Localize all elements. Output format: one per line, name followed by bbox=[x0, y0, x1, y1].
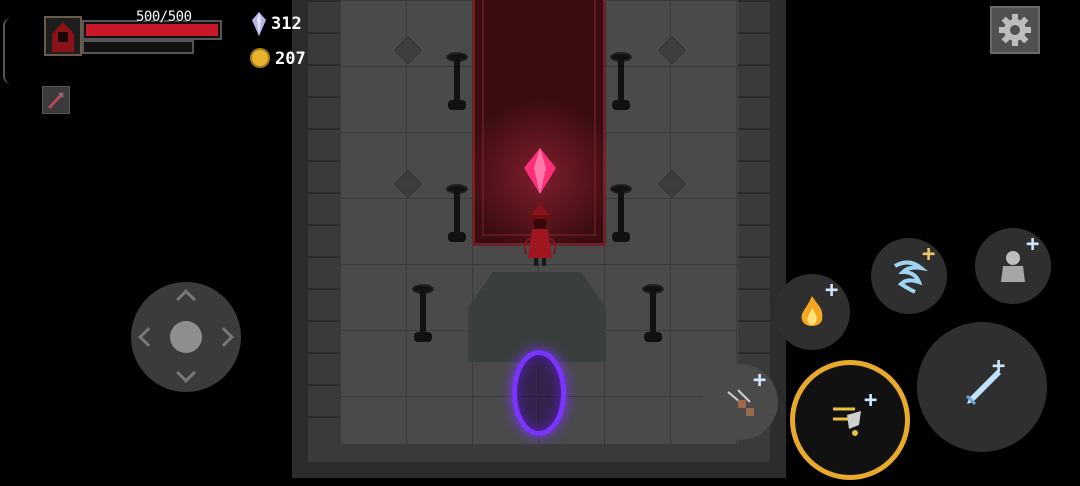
gem-count: 312 bbox=[271, 14, 302, 34]
gold-coin-icon bbox=[250, 48, 270, 68]
stone-altar bbox=[468, 272, 606, 362]
gem-icon bbox=[252, 12, 266, 36]
player-wizard bbox=[523, 204, 557, 266]
gold-count: 207 bbox=[275, 49, 306, 69]
exit-portal[interactable] bbox=[512, 350, 566, 436]
room-wall-bottom bbox=[308, 444, 770, 462]
settings-button[interactable] bbox=[990, 6, 1040, 54]
room-wall-left bbox=[308, 0, 340, 460]
relic-slot[interactable] bbox=[42, 86, 70, 114]
brazier-pillar bbox=[412, 284, 434, 346]
chaos-crystal[interactable] bbox=[520, 146, 560, 196]
health-bar-fill bbox=[86, 24, 218, 36]
skill-upgrade-plus-icon: + bbox=[753, 368, 767, 393]
brazier-pillar bbox=[610, 52, 632, 114]
gear-icon bbox=[999, 14, 1031, 46]
skill-water-button[interactable] bbox=[871, 238, 947, 314]
brazier-pillar bbox=[642, 284, 664, 346]
basic-attack-button[interactable] bbox=[917, 322, 1047, 452]
skill-upgrade-plus-icon: + bbox=[992, 354, 1006, 379]
brazier-pillar bbox=[446, 52, 468, 114]
skill-dash-button[interactable] bbox=[702, 364, 778, 440]
skill-upgrade-plus-icon: + bbox=[864, 388, 878, 413]
joystick-knob[interactable] bbox=[170, 321, 202, 353]
skill-upgrade-plus-icon: + bbox=[922, 242, 936, 267]
skill-summon-button[interactable] bbox=[975, 228, 1051, 304]
skill-signature-button[interactable] bbox=[790, 360, 910, 480]
wizard-avatar-icon bbox=[52, 22, 74, 52]
brazier-pillar bbox=[610, 184, 632, 246]
brazier-pillar bbox=[446, 184, 468, 246]
mana-bar-frame bbox=[82, 40, 194, 54]
skill-fire-button[interactable] bbox=[774, 274, 850, 350]
health-text: 500/500 bbox=[136, 9, 192, 25]
screen-edge-bracket bbox=[3, 18, 13, 84]
skill-upgrade-plus-icon: + bbox=[825, 278, 839, 303]
skill-upgrade-plus-icon: + bbox=[1026, 232, 1040, 257]
relic-icon bbox=[47, 91, 65, 110]
player-portrait bbox=[44, 16, 82, 56]
